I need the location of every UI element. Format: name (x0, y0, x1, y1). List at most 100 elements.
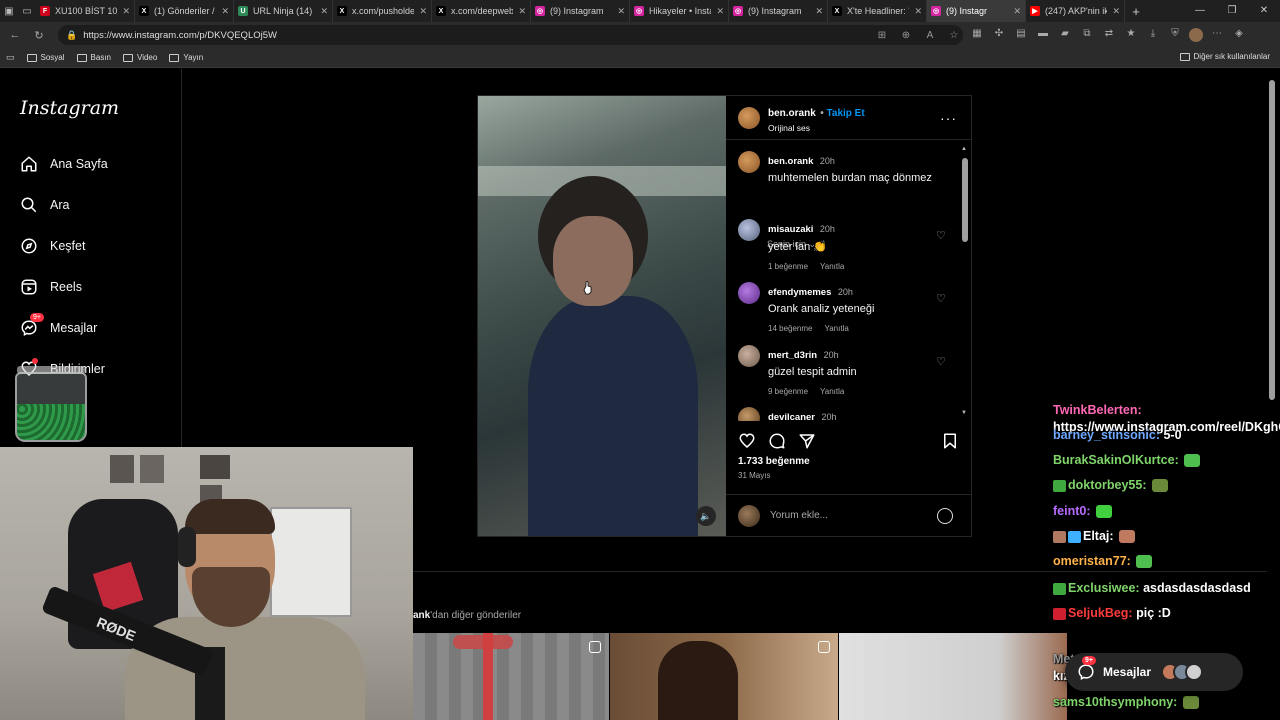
bookmark-folder[interactable]: Video (123, 53, 157, 62)
close-tab-icon[interactable]: ✕ (617, 6, 625, 17)
favorites-icon[interactable]: ★ (1123, 28, 1139, 42)
back-icon[interactable]: ← (6, 29, 24, 41)
comment-likes[interactable]: 9 beğenme (768, 387, 808, 396)
related-post-thumbnail[interactable] (610, 633, 838, 720)
shield-icon[interactable]: ⛨ (1167, 28, 1183, 42)
close-tab-icon[interactable]: ✕ (716, 6, 724, 17)
close-tab-icon[interactable]: ✕ (914, 6, 922, 17)
reply-button[interactable]: Yanıtla (820, 387, 844, 396)
nav-search[interactable]: Ara (20, 196, 69, 214)
zoom-icon[interactable]: ⊕ (897, 30, 915, 41)
comments-scrollbar[interactable]: ▲ ▼ (961, 146, 969, 416)
close-tab-icon[interactable]: ✕ (518, 6, 526, 17)
page-scroll-thumb[interactable] (1269, 80, 1275, 400)
scroll-up-icon[interactable]: ▲ (961, 146, 967, 152)
other-bookmarks[interactable]: Diğer sık kullanılanlar (1179, 52, 1270, 61)
like-comment-icon[interactable]: ♡ (936, 292, 948, 305)
nav-messages[interactable]: 9+ Mesajlar (20, 313, 97, 337)
close-tab-icon[interactable]: ✕ (419, 6, 427, 17)
tab-actions-icon[interactable]: ▭ (18, 0, 36, 22)
close-tab-icon[interactable]: ✕ (320, 6, 328, 17)
commenter-avatar[interactable] (738, 345, 760, 367)
read-aloud-icon[interactable]: A (921, 30, 939, 41)
close-tab-icon[interactable]: ✕ (1112, 6, 1120, 17)
extension-icon[interactable]: ▰ (1057, 28, 1073, 42)
copilot-icon[interactable]: ◈ (1231, 28, 1247, 42)
commenter-avatar[interactable] (738, 219, 760, 241)
follow-button[interactable]: Takip Et (827, 108, 865, 119)
caption-avatar[interactable] (738, 151, 760, 173)
new-tab-button[interactable]: + (1125, 4, 1147, 19)
extension-icon[interactable]: ▦ (969, 28, 985, 42)
extension-icon[interactable]: ▤ (1013, 28, 1029, 42)
post-video[interactable]: 🔈 (478, 96, 726, 536)
lock-icon[interactable]: 🔒 (66, 30, 77, 41)
share-icon[interactable] (798, 432, 816, 450)
comment-username[interactable]: devilcaner (768, 412, 815, 421)
audio-label[interactable]: Orijinal ses (768, 123, 865, 133)
browser-tab[interactable]: Xx.com/deepweb ✕ (432, 0, 531, 22)
comment-icon[interactable] (768, 432, 786, 450)
nav-explore[interactable]: Keşfet (20, 237, 85, 255)
comment-username[interactable]: efendymemes (768, 287, 831, 298)
close-tab-icon[interactable]: ✕ (221, 6, 229, 17)
browser-tab[interactable]: ▶ (247) AKP'nin ik ✕ (1026, 0, 1125, 22)
nav-home[interactable]: Ana Sayfa (20, 155, 108, 173)
more-options-icon[interactable]: ··· (940, 110, 957, 126)
reply-button[interactable]: Yanıtla (824, 324, 848, 333)
scroll-thumb[interactable] (962, 158, 968, 242)
url-field[interactable]: 🔒 https://www.instagram.com/p/DKVQEQLOj5… (58, 25, 963, 45)
close-tab-icon[interactable]: ✕ (1013, 6, 1021, 17)
comment-likes[interactable]: 1 beğenme (768, 262, 808, 271)
reply-button[interactable]: Yanıtla (820, 262, 844, 271)
browser-tab[interactable]: ◎ (9) Instagram ✕ (729, 0, 828, 22)
profile-avatar[interactable] (1189, 28, 1203, 42)
comment-username[interactable]: misauzaki (768, 224, 813, 235)
minimize-icon[interactable]: — (1184, 0, 1216, 22)
instagram-logo[interactable]: Instagram (20, 97, 119, 119)
mute-toggle-icon[interactable]: 🔈 (696, 506, 716, 526)
favorite-star-icon[interactable]: ☆ (945, 30, 963, 41)
app-available-icon[interactable]: ⊞ (873, 30, 891, 41)
commenter-avatar[interactable] (738, 407, 760, 421)
related-post-thumbnail[interactable] (413, 633, 609, 720)
like-comment-icon[interactable]: ♡ (936, 229, 948, 242)
browser-tab[interactable]: X X'te Headliner: ' ✕ (828, 0, 927, 22)
commenter-avatar[interactable] (738, 282, 760, 304)
extensions-puzzle-icon[interactable]: ⧉ (1079, 28, 1095, 42)
save-bookmark-icon[interactable] (941, 432, 959, 450)
caption-username[interactable]: ben.orank (768, 156, 813, 167)
more-posts-user[interactable]: ank (413, 610, 430, 621)
browser-tab[interactable]: X (1) Gönderiler / ✕ (135, 0, 234, 22)
close-tab-icon[interactable]: ✕ (815, 6, 823, 17)
browser-tab[interactable]: U URL Ninja (14) ✕ (234, 0, 333, 22)
browser-tab[interactable]: ◎ (9) Instagram ✕ (531, 0, 630, 22)
bookmark-folder[interactable]: Yayın (169, 53, 203, 62)
refresh-icon[interactable]: ↻ (30, 29, 48, 42)
author-avatar[interactable] (738, 106, 760, 129)
browser-tab[interactable]: ◎ (9) Instagr ✕ (927, 0, 1026, 22)
scroll-down-icon[interactable]: ▼ (961, 410, 967, 416)
browser-tab[interactable]: ◎ Hikayeler • Insta ✕ (630, 0, 729, 22)
messages-pill[interactable]: 9+ Mesajlar (1065, 653, 1243, 691)
nav-reels[interactable]: Reels (20, 278, 82, 296)
menu-dots-icon[interactable]: ⋯ (1209, 28, 1225, 42)
like-icon[interactable] (738, 432, 756, 450)
extension-icon[interactable]: ✣ (991, 28, 1007, 42)
close-window-icon[interactable]: ✕ (1248, 0, 1280, 22)
related-post-thumbnail[interactable] (839, 633, 1067, 720)
bookmark-folder[interactable]: Basın (76, 53, 111, 62)
maximize-icon[interactable]: ❐ (1216, 0, 1248, 22)
comment-input[interactable]: Yorum ekle... (770, 510, 927, 521)
like-comment-icon[interactable]: ♡ (936, 355, 948, 368)
extension-icon[interactable]: ▬ (1035, 28, 1051, 42)
likes-count[interactable]: 1.733 beğenme (738, 456, 810, 467)
workspaces-icon[interactable]: ▣ (0, 0, 18, 22)
downloads-icon[interactable]: ⤓ (1145, 28, 1161, 42)
comment-username[interactable]: mert_d3rin (768, 350, 817, 361)
browser-tab[interactable]: F XU100 BİST 100 ✕ (36, 0, 135, 22)
bookmark-folder[interactable]: Sosyal (26, 53, 65, 62)
comment-likes[interactable]: 14 beğenme (768, 324, 812, 333)
close-tab-icon[interactable]: ✕ (122, 6, 130, 17)
split-screen-icon[interactable]: ⇄ (1101, 28, 1117, 42)
